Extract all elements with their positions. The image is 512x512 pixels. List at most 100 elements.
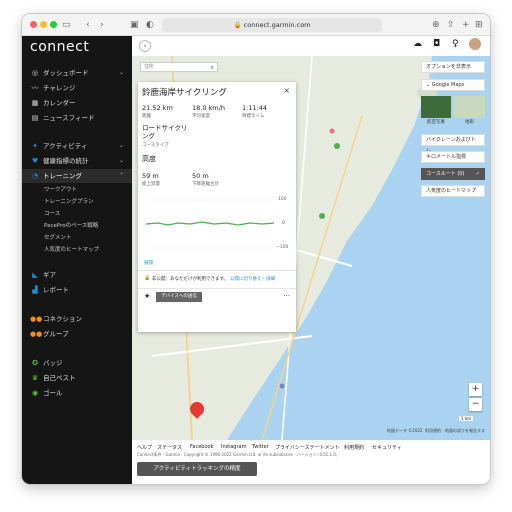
course-panel: 鈴鹿海岸サイクリング × 21.52 km 距離 18.0 km/h 平均速度 … bbox=[138, 82, 296, 332]
zoom-window-button[interactable] bbox=[50, 21, 57, 28]
heatmap-toggle[interactable]: 人気度のヒートマップ bbox=[421, 185, 485, 197]
terrain-thumbnail[interactable] bbox=[454, 96, 485, 118]
sidebar-item-badge[interactable]: ✪ バッジ bbox=[22, 356, 132, 370]
sidebar-item-newsfeed[interactable]: ▤ ニュースフィード bbox=[22, 111, 132, 125]
activity-icon: ✦ bbox=[32, 142, 38, 150]
map-provider-select[interactable]: ⌄ Google Maps bbox=[421, 79, 485, 91]
sidebar-item-gear[interactable]: ◣ ギア bbox=[22, 268, 132, 282]
tab-overview-icon[interactable]: ⊞ bbox=[475, 18, 483, 32]
chevron-down-icon: ⌄ bbox=[118, 157, 124, 164]
map-terms-link[interactable]: 利用規約 bbox=[425, 428, 441, 434]
challenge-icon: 〰 bbox=[31, 84, 39, 92]
footer-link-terms[interactable]: 利用規約 bbox=[344, 444, 364, 451]
sync-icon[interactable]: ☁ bbox=[413, 39, 422, 49]
minimize-window-button[interactable] bbox=[40, 21, 47, 28]
course-route-toggle[interactable]: コースルート (0) ✓ bbox=[421, 168, 485, 180]
search-placeholder: 住所 bbox=[144, 64, 155, 70]
chart-tick-100: 100 bbox=[278, 197, 287, 202]
forward-icon[interactable]: › bbox=[100, 18, 104, 32]
map-search-input[interactable]: 住所 ⌕ bbox=[140, 62, 218, 72]
footer-link-twitter[interactable]: Twitter bbox=[252, 444, 269, 450]
extension-icon[interactable]: ▣ bbox=[130, 18, 139, 32]
training-icon: ◔ bbox=[31, 172, 39, 180]
bike-lanes-toggle[interactable]: バイクレーンおよびトレ... bbox=[421, 134, 485, 154]
course-type-value: ロードサイクリング bbox=[142, 124, 188, 140]
map-provider-label: Google Maps bbox=[431, 82, 465, 88]
tracking-accuracy-button[interactable]: アクティビティトラッキングの精度 bbox=[137, 462, 257, 476]
gear-shoe-icon: ◣ bbox=[32, 271, 38, 279]
shield-icon[interactable]: ◐ bbox=[146, 18, 154, 32]
zoom-out-button[interactable]: − bbox=[469, 398, 482, 411]
connect-logo[interactable]: connect bbox=[30, 39, 89, 55]
footer-link-security[interactable]: セキュリティ bbox=[372, 444, 402, 451]
star-icon[interactable]: ★ bbox=[144, 292, 150, 300]
collapse-sidebar-button[interactable]: ‹ bbox=[139, 40, 151, 52]
send-to-device-button[interactable]: デバイスへの送信 bbox=[156, 292, 202, 302]
device-icon[interactable]: ◘ bbox=[433, 39, 440, 49]
map[interactable]: 住所 ⌕ 鈴鹿海岸サイクリング × 21.52 km 距離 18.0 km/h 平… bbox=[132, 56, 490, 440]
sidebar-sub-workout[interactable]: ワークアウト bbox=[44, 185, 77, 195]
goal-icon: ◉ bbox=[31, 389, 39, 397]
footer-link-privacy[interactable]: プライバシーステートメント bbox=[275, 444, 340, 451]
search-icon[interactable]: ⌕ bbox=[211, 63, 214, 72]
sidebar-item-activity[interactable]: ✦ アクティビティ ⌄ bbox=[22, 139, 132, 153]
share-icon[interactable]: ⇧ bbox=[447, 18, 455, 32]
footer-link-instagram[interactable]: Instagram bbox=[221, 444, 246, 450]
top-bar: ‹ ☁ ◘ ♀ bbox=[132, 36, 490, 56]
course-route-label: コースルート (0) bbox=[426, 171, 465, 177]
sidebar-item-personal-best[interactable]: ♛ 自己ベスト bbox=[22, 371, 132, 385]
sidebar-item-connections[interactable]: ●● コネクション bbox=[22, 312, 132, 326]
badge-icon: ✪ bbox=[32, 359, 38, 367]
sidebar-item-group[interactable]: ●● グループ bbox=[22, 327, 132, 341]
copyright: Connect条件 · Garmin · Copyright © 1996-20… bbox=[137, 452, 338, 457]
sidebar-item-report[interactable]: ▟ レポート bbox=[22, 283, 132, 297]
chevron-up-icon: ⌃ bbox=[118, 172, 124, 179]
calendar-icon: ▦ bbox=[31, 99, 39, 107]
more-options-button[interactable]: ... bbox=[283, 290, 290, 298]
download-icon[interactable]: ⊕ bbox=[432, 18, 440, 32]
chart-tick-minus100: −100 bbox=[276, 245, 289, 250]
sidebar-sub-heatmap[interactable]: 人気度のヒートマップ bbox=[44, 245, 99, 255]
report-icon: ▟ bbox=[32, 286, 38, 294]
address-bar[interactable]: 🔒 connect.garmin.com bbox=[162, 18, 382, 32]
dashboard-icon: ◎ bbox=[31, 69, 39, 77]
elevation-chart bbox=[145, 199, 275, 249]
sidebar-toggle-icon[interactable]: ▭ bbox=[62, 18, 71, 32]
map-report-link[interactable]: 地図の誤りを報告する bbox=[445, 428, 485, 434]
back-icon[interactable]: ‹ bbox=[86, 18, 90, 32]
map-data-credit: 地図データ ©2022 bbox=[387, 428, 423, 433]
stat-time-value: 1:11:44 bbox=[242, 104, 268, 112]
new-tab-icon[interactable]: + bbox=[462, 18, 470, 32]
sidebar-sub-segment[interactable]: セグメント bbox=[44, 233, 72, 243]
footer-link-status[interactable]: ステータス bbox=[157, 444, 182, 451]
sidebar-sub-pacepro[interactable]: PaceProのペース戦略 bbox=[44, 221, 98, 231]
footer-link-facebook[interactable]: Facebook bbox=[190, 444, 214, 450]
sidebar-item-calendar[interactable]: ▦ カレンダー bbox=[22, 96, 132, 110]
expand-chart-link[interactable]: 展開 bbox=[144, 260, 153, 266]
sidebar-sub-course[interactable]: コース bbox=[44, 209, 60, 219]
footer-link-help[interactable]: ヘルプ bbox=[137, 444, 152, 451]
divider bbox=[138, 288, 296, 289]
sidebar-item-training[interactable]: ◔ トレーニング ⌃ bbox=[22, 169, 132, 183]
km-markers-toggle[interactable]: キロメートル指標 bbox=[421, 151, 485, 163]
zoom-in-button[interactable]: + bbox=[469, 383, 482, 396]
course-type-label: コースタイプ bbox=[142, 143, 169, 148]
close-window-button[interactable] bbox=[30, 21, 37, 28]
privacy-link[interactable]: 公開に切り替え・詳細 bbox=[230, 276, 275, 282]
map-scale: 1 km bbox=[459, 416, 474, 421]
chart-tick-0: 0 bbox=[282, 221, 285, 226]
stat-speed-label: 平均速度 bbox=[192, 114, 210, 119]
divider bbox=[138, 270, 296, 271]
close-panel-icon[interactable]: × bbox=[283, 86, 290, 95]
sidebar-item-dashboard[interactable]: ◎ ダッシュボード ⌄ bbox=[22, 66, 132, 80]
stat-time-label: 目標タイム bbox=[242, 114, 265, 119]
hide-options-button[interactable]: オプションを非表示 bbox=[421, 61, 485, 73]
sidebar-item-goal[interactable]: ◉ ゴール bbox=[22, 386, 132, 400]
sidebar-item-challenge[interactable]: 〰チャレンジ bbox=[22, 81, 132, 95]
aerial-thumbnail[interactable] bbox=[421, 96, 451, 118]
stat-distance-label: 距離 bbox=[142, 114, 151, 119]
lightbulb-icon[interactable]: ♀ bbox=[452, 39, 459, 49]
sidebar-item-health[interactable]: ♥ 健康指標の統計 ⌄ bbox=[22, 154, 132, 168]
avatar[interactable] bbox=[469, 38, 481, 50]
sidebar-sub-training-plan[interactable]: トレーニングプラン bbox=[44, 197, 94, 207]
